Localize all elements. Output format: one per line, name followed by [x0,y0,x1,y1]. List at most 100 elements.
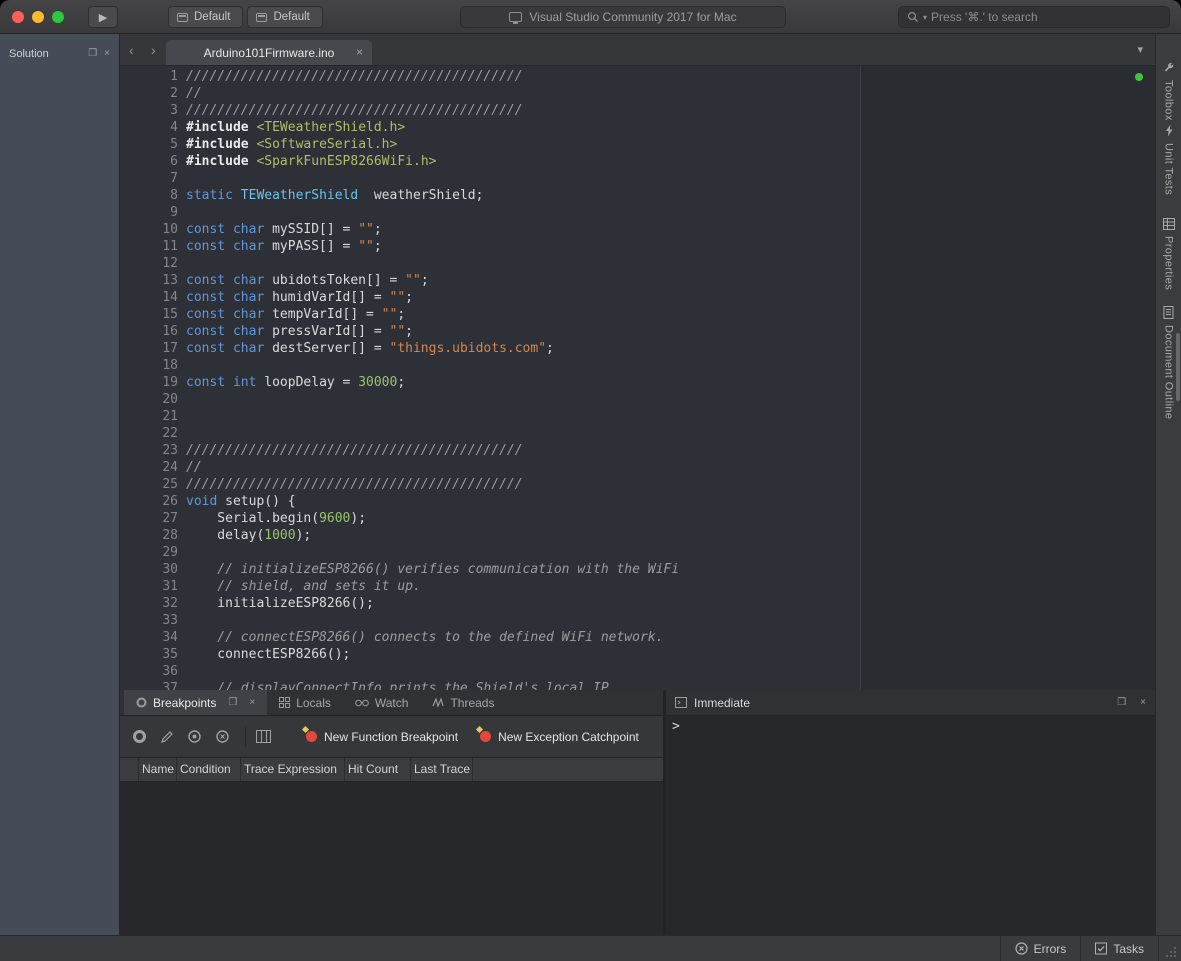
code-line[interactable]: 25//////////////////////////////////////… [120,476,1155,493]
code-line[interactable]: 7 [120,170,1155,187]
tab-watch[interactable]: Watch [343,690,421,715]
run-button[interactable]: ▶ [88,6,118,28]
line-number[interactable]: 6 [120,153,178,170]
code-editor[interactable]: 1///////////////////////////////////////… [120,66,1155,690]
code-line[interactable]: 10const char mySSID[] = ""; [120,221,1155,238]
search-input[interactable] [931,10,1161,24]
close-pad-icon[interactable]: × [249,698,255,708]
code-line[interactable]: 20 [120,391,1155,408]
code-line[interactable]: 8static TEWeatherShield weatherShield; [120,187,1155,204]
strip-scrollbar-thumb[interactable] [1176,333,1180,401]
line-number[interactable]: 9 [120,204,178,221]
column-header-trace-expression[interactable]: Trace Expression [244,762,337,776]
column-header-condition[interactable]: Condition [180,762,231,776]
line-number[interactable]: 20 [120,391,178,408]
close-pad-icon[interactable]: × [104,49,110,59]
line-number[interactable]: 1 [120,68,178,85]
code-line[interactable]: 11const char myPASS[] = ""; [120,238,1155,255]
errors-button[interactable]: Errors [1000,936,1081,961]
code-line[interactable]: 4#include <TEWeatherShield.h> [120,119,1155,136]
line-number[interactable]: 27 [120,510,178,527]
line-number[interactable]: 16 [120,323,178,340]
code-line[interactable]: 35 connectESP8266(); [120,646,1155,663]
line-number[interactable]: 11 [120,238,178,255]
line-number[interactable]: 26 [120,493,178,510]
code-line[interactable]: 23//////////////////////////////////////… [120,442,1155,459]
code-line[interactable]: 30 // initializeESP8266() verifies commu… [120,561,1155,578]
line-number[interactable]: 2 [120,85,178,102]
line-number[interactable]: 23 [120,442,178,459]
minimize-window-button[interactable] [32,11,44,23]
close-pad-icon[interactable]: × [1140,698,1146,708]
column-header-last-trace[interactable]: Last Trace [414,762,470,776]
tab-locals[interactable]: Locals [267,690,343,715]
dock-pad-icon[interactable]: ❒ [1117,698,1126,708]
run-configuration-dropdown[interactable]: Default [247,6,322,28]
code-line[interactable]: 28 delay(1000); [120,527,1155,544]
edit-breakpoint-button[interactable] [160,730,174,744]
toggle-breakpoint-button[interactable] [132,729,147,744]
code-line[interactable]: 24// [120,459,1155,476]
code-line[interactable]: 16const char pressVarId[] = ""; [120,323,1155,340]
code-line[interactable]: 18 [120,357,1155,374]
immediate-console[interactable]: > [666,716,1155,737]
line-number[interactable]: 30 [120,561,178,578]
line-number[interactable]: 24 [120,459,178,476]
code-line[interactable]: 6#include <SparkFunESP8266WiFi.h> [120,153,1155,170]
zoom-window-button[interactable] [52,11,64,23]
resize-grip[interactable] [1158,936,1181,961]
line-number[interactable]: 18 [120,357,178,374]
code-line[interactable]: 36 [120,663,1155,680]
line-number[interactable]: 29 [120,544,178,561]
code-line[interactable]: 22 [120,425,1155,442]
code-line[interactable]: 31 // shield, and sets it up. [120,578,1155,595]
line-number[interactable]: 21 [120,408,178,425]
code-line[interactable]: 3///////////////////////////////////////… [120,102,1155,119]
line-number[interactable]: 5 [120,136,178,153]
line-number[interactable]: 12 [120,255,178,272]
new-exception-catchpoint-button[interactable]: New Exception Catchpoint [480,730,639,744]
code-line[interactable]: 34 // connectESP8266() connects to the d… [120,629,1155,646]
column-header-name[interactable]: Name [142,762,174,776]
code-line[interactable]: 37 // displayConnectInfo prints the Shie… [120,680,1155,690]
dock-pad-icon[interactable]: ❒ [88,49,97,59]
enable-breakpoint-button[interactable] [187,729,202,744]
tab-breakpoints[interactable]: Breakpoints ❒ × [124,690,267,715]
remove-breakpoint-button[interactable] [215,729,230,744]
close-tab-icon[interactable]: × [356,45,363,59]
editor-tab-arduino101firmware[interactable]: Arduino101Firmware.ino × [166,40,372,65]
line-number[interactable]: 7 [120,170,178,187]
code-line[interactable]: 1///////////////////////////////////////… [120,68,1155,85]
new-function-breakpoint-button[interactable]: New Function Breakpoint [306,730,458,744]
line-number[interactable]: 36 [120,663,178,680]
line-number[interactable]: 10 [120,221,178,238]
line-number[interactable]: 33 [120,612,178,629]
tasks-button[interactable]: Tasks [1080,936,1158,961]
line-number[interactable]: 25 [120,476,178,493]
code-line[interactable]: 2// [120,85,1155,102]
line-number[interactable]: 32 [120,595,178,612]
columns-options-button[interactable] [256,730,271,743]
line-number[interactable]: 37 [120,680,178,690]
line-number[interactable]: 34 [120,629,178,646]
dock-pad-icon[interactable]: ❒ [228,698,237,708]
code-line[interactable]: 32 initializeESP8266(); [120,595,1155,612]
line-number[interactable]: 3 [120,102,178,119]
code-line[interactable]: 26void setup() { [120,493,1155,510]
line-number[interactable]: 19 [120,374,178,391]
code-line[interactable]: 15const char tempVarId[] = ""; [120,306,1155,323]
global-search[interactable]: ▾ [898,6,1170,28]
code-line[interactable]: 9 [120,204,1155,221]
line-number[interactable]: 31 [120,578,178,595]
pad-tab-toolbox[interactable]: Toolbox [1156,62,1181,121]
code-line[interactable]: 12 [120,255,1155,272]
code-line[interactable]: 21 [120,408,1155,425]
code-line[interactable]: 17const char destServer[] = "things.ubid… [120,340,1155,357]
line-number[interactable]: 35 [120,646,178,663]
line-number[interactable]: 17 [120,340,178,357]
code-line[interactable]: 19const int loopDelay = 30000; [120,374,1155,391]
code-line[interactable]: 5#include <SoftwareSerial.h> [120,136,1155,153]
code-line[interactable]: 13const char ubidotsToken[] = ""; [120,272,1155,289]
pad-tab-properties[interactable]: Properties [1156,218,1181,290]
column-header-hit-count[interactable]: Hit Count [348,762,398,776]
